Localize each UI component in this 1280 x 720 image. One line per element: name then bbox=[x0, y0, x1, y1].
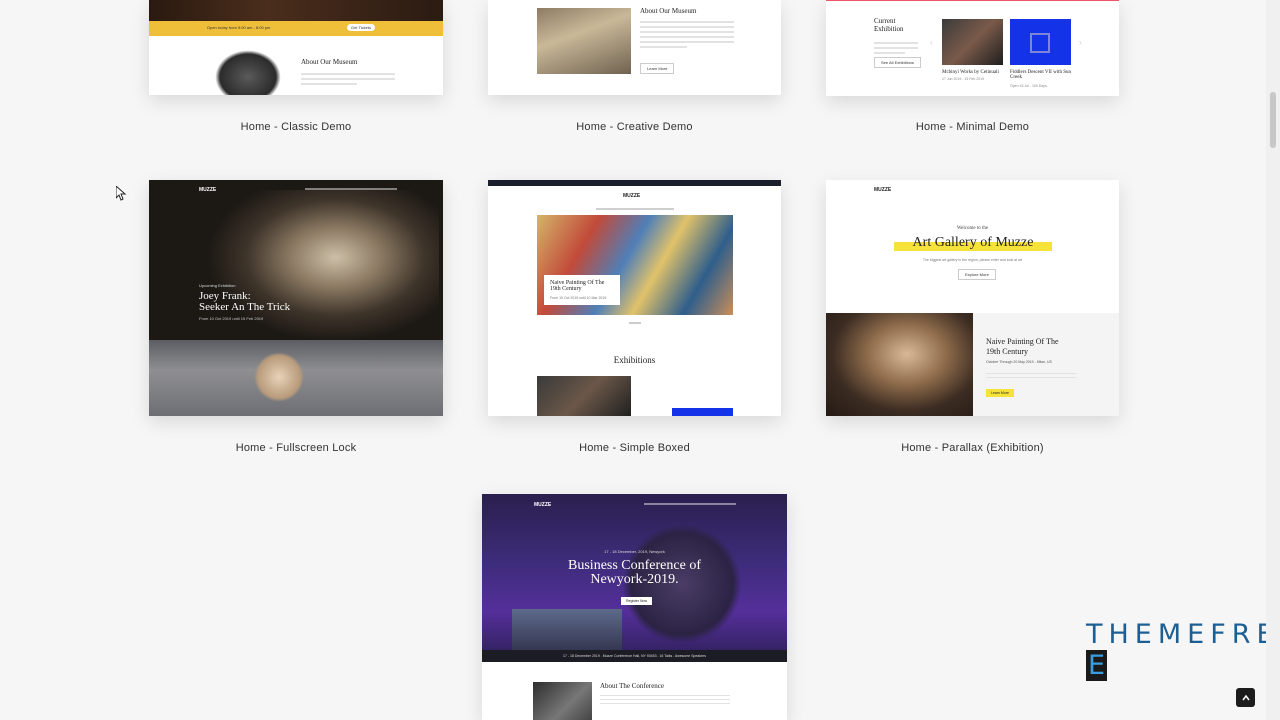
exhibition-thumb-2 bbox=[672, 408, 733, 416]
panel-meta: October Through 20 May 2019 - Milan, US bbox=[986, 360, 1052, 364]
demo-caption-classic[interactable]: Home - Classic Demo bbox=[149, 121, 443, 133]
hero-strip bbox=[149, 0, 443, 21]
top-bar bbox=[488, 180, 781, 186]
banner-text: Open today from 9:00 am - 8:00 pm bbox=[207, 25, 271, 30]
chevron-up-icon bbox=[1241, 694, 1250, 700]
panel-text bbox=[986, 370, 1076, 381]
caption-date: From 10 Oct 2019 until 10 Mar 2019 bbox=[550, 296, 607, 300]
demo-caption-creative[interactable]: Home - Creative Demo bbox=[488, 121, 781, 133]
conference-title-2: Newyork-2019. bbox=[590, 572, 679, 587]
panel-bg bbox=[973, 313, 1119, 416]
museum-logo: MUZZE bbox=[623, 193, 641, 199]
info-strip-text: 17 - 18 December 2019 . Muzze Conference… bbox=[563, 654, 706, 658]
top-nav bbox=[644, 503, 736, 505]
demo-caption-simple-boxed[interactable]: Home - Simple Boxed bbox=[488, 442, 781, 454]
museum-logo: MUZZE bbox=[534, 502, 552, 508]
gallery-image bbox=[537, 8, 631, 74]
gallery-title: Art Gallery of Muzze bbox=[894, 235, 1052, 251]
demo-card-parallax[interactable]: MUZZE Welcome to the Art Gallery of Muzz… bbox=[826, 180, 1119, 416]
learn-more-button[interactable]: Learn More bbox=[640, 63, 675, 74]
body-text bbox=[600, 692, 730, 707]
section-heading: About Our Museum bbox=[301, 58, 358, 66]
mouse-cursor-icon bbox=[116, 186, 127, 201]
section-heading: About Our Museum bbox=[640, 7, 697, 15]
caption-box: Naive Painting Of The 19th Century From … bbox=[544, 275, 620, 305]
speaker-image bbox=[533, 682, 592, 720]
conference-date: 17 - 18 December, 2019, Newyork bbox=[604, 549, 665, 554]
panel-button[interactable]: Learn More bbox=[986, 389, 1014, 397]
register-button[interactable]: Register Now bbox=[621, 597, 653, 605]
info-strip: 17 - 18 December 2019 . Muzze Conference… bbox=[482, 650, 787, 662]
demo-caption-parallax[interactable]: Home - Parallax (Exhibition) bbox=[826, 442, 1119, 454]
explore-button[interactable]: Explore More bbox=[958, 269, 996, 280]
demo-card-creative[interactable]: About Our Museum Learn More bbox=[488, 0, 781, 95]
chevron-left-icon[interactable]: ‹ bbox=[930, 38, 933, 47]
demo-card-conference[interactable]: MUZZE 17 - 18 December, 2019, Newyork Bu… bbox=[482, 494, 787, 720]
see-all-exhibitions-button[interactable]: See All Exhibitions bbox=[874, 57, 921, 68]
portrait-image bbox=[149, 340, 443, 416]
logo-text: THEMEFRE bbox=[1086, 619, 1280, 650]
parallax-painting bbox=[826, 313, 973, 416]
museum-logo: MUZZE bbox=[874, 187, 892, 193]
chevron-right-icon[interactable]: › bbox=[1079, 38, 1082, 47]
page-scrollbar[interactable] bbox=[1266, 0, 1280, 720]
artwork-thumb-2 bbox=[1010, 19, 1071, 65]
demo-caption-fullscreen[interactable]: Home - Fullscreen Lock bbox=[149, 442, 443, 454]
themefre-logo: THEMEFREE bbox=[1086, 619, 1280, 681]
artwork-date-1: 17 Jun 2019 - 15 Feb 2019 bbox=[942, 77, 985, 81]
logo-letter: E bbox=[1086, 650, 1108, 681]
panel-title-1: Naive Painting Of The bbox=[986, 337, 1059, 346]
artwork-thumb-1 bbox=[942, 19, 1003, 65]
artwork-title-1: Mcbinyi Works by Cetinuali bbox=[942, 70, 999, 75]
sculpture-image bbox=[215, 50, 281, 95]
exhibition-thumb-1 bbox=[537, 376, 631, 416]
nav-menu bbox=[596, 208, 674, 210]
body-text bbox=[301, 70, 395, 88]
demo-card-simple-boxed[interactable]: MUZZE Naive Painting Of The 19th Century… bbox=[488, 180, 781, 416]
exhibition-kicker: Upcoming Exhibition bbox=[199, 283, 236, 288]
exhibition-date: From 10 Oct 2019 until 15 Feb 2019 bbox=[199, 316, 264, 321]
body-text bbox=[640, 18, 734, 51]
gallery-subtitle: The biggest art gallery in the region, p… bbox=[922, 258, 1023, 262]
panel-title-2: 19th Century bbox=[986, 347, 1028, 356]
welcome-text: Welcome to the bbox=[956, 226, 989, 231]
demo-card-fullscreen[interactable]: MUZZE Upcoming Exhibition Joey Frank: Se… bbox=[149, 180, 443, 416]
artwork-title-2: Fiddlers Descent VII with Sun Creek bbox=[1010, 70, 1072, 80]
demo-caption-minimal[interactable]: Home - Minimal Demo bbox=[826, 121, 1119, 133]
slider-dots[interactable] bbox=[629, 322, 641, 324]
section-heading: About The Conference bbox=[600, 682, 665, 690]
demo-card-classic[interactable]: Open today from 9:00 am - 8:00 pm Get Ti… bbox=[149, 0, 443, 95]
museum-logo: MUZZE bbox=[199, 187, 217, 193]
artwork-date-2: Open 15 Jul - 100 Days bbox=[1010, 84, 1047, 88]
section-heading: Exhibitions bbox=[613, 355, 656, 365]
demo-card-minimal[interactable]: Current Exhibition See All Exhibitions ‹… bbox=[826, 0, 1119, 96]
body-text bbox=[874, 39, 918, 57]
info-banner: Open today from 9:00 am - 8:00 pm Get Ti… bbox=[149, 21, 443, 36]
caption-title-2: 19th Century bbox=[550, 286, 582, 292]
top-nav bbox=[305, 188, 397, 190]
exhibition-title-2: Seeker An The Trick bbox=[199, 301, 291, 313]
scrollbar-thumb[interactable] bbox=[1270, 92, 1276, 148]
back-to-top-button[interactable] bbox=[1236, 688, 1255, 707]
banner-button[interactable]: Get Tickets bbox=[347, 24, 376, 31]
section-heading: Current Exhibition bbox=[874, 17, 904, 33]
